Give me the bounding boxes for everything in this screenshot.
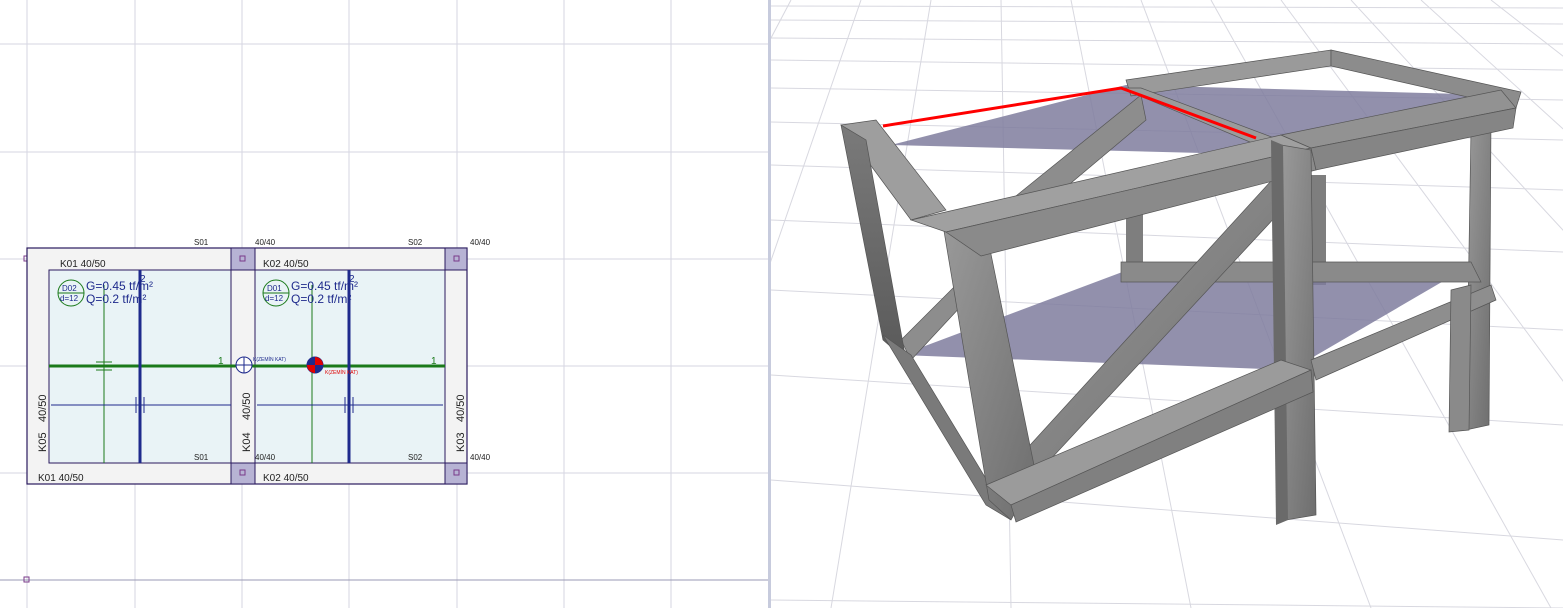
column-size-3: 40/40 — [255, 453, 276, 462]
column-s02-bottom[interactable] — [444, 462, 468, 485]
axis-label-1-left: 1 — [218, 356, 224, 367]
slab-name-d02: D02 — [62, 284, 77, 293]
column-label-s01-top: S01 — [194, 238, 209, 247]
slab-q-load-d02: Q=0.2 tf/m² — [86, 292, 146, 306]
column-s02-top[interactable] — [444, 247, 468, 271]
column-s01-bottom[interactable] — [230, 462, 256, 485]
slab-g-load-d01: G=0.45 tf/m² — [291, 279, 358, 293]
3d-view-panel[interactable] — [470, 0, 1563, 609]
beam-name-left: K05 — [37, 432, 49, 452]
plan-canvas[interactable]: K01 40/50 K02 40/50 K01 40/50 K02 40/50 … — [0, 0, 768, 608]
column-size-1: 40/40 — [255, 238, 276, 247]
beam-label-bottom-right: K02 40/50 — [263, 473, 309, 484]
beam-label-bottom-left: K01 40/50 — [38, 473, 84, 484]
slab-q-load-d01: Q=0.2 tf/m² — [291, 292, 351, 306]
3d-structure-model[interactable] — [840, 49, 1522, 525]
column-size-4: 40/40 — [470, 453, 491, 462]
slab-thickness-d01: d=12 — [265, 294, 284, 303]
column-size-2: 40/40 — [470, 238, 491, 247]
column-label-s02-bottom: S02 — [408, 453, 423, 462]
beam-name-right: K03 — [455, 432, 467, 452]
column-label-s01-bottom: S01 — [194, 453, 209, 462]
beam-label-left: 40/50 — [37, 394, 49, 422]
slab-name-d01: D01 — [267, 284, 282, 293]
column-s01-top[interactable] — [230, 247, 256, 271]
axis-label-2-right: 2 — [349, 274, 355, 285]
axis-label-1-right: 1 — [431, 356, 437, 367]
column-label-s02-top: S02 — [408, 238, 423, 247]
beam-label-right: 40/50 — [455, 394, 467, 422]
beam-label-top-left: K01 40/50 — [60, 259, 106, 270]
plan-view-panel[interactable]: K01 40/50 K02 40/50 K01 40/50 K02 40/50 … — [0, 0, 768, 608]
3d-canvas[interactable] — [470, 0, 1563, 609]
beam-label-top-right: K02 40/50 — [263, 259, 309, 270]
axis-label-2-left: 2 — [140, 274, 146, 285]
beam-label-middle: 40/50 — [241, 392, 253, 420]
ground-marker-label-1: K(ZEMİN KAT) — [253, 356, 286, 363]
ground-marker-label-2: K(ZEMİN KAT) — [325, 369, 358, 376]
beam-name-middle: K04 — [241, 432, 253, 452]
slab-thickness-d02: d=12 — [60, 294, 79, 303]
